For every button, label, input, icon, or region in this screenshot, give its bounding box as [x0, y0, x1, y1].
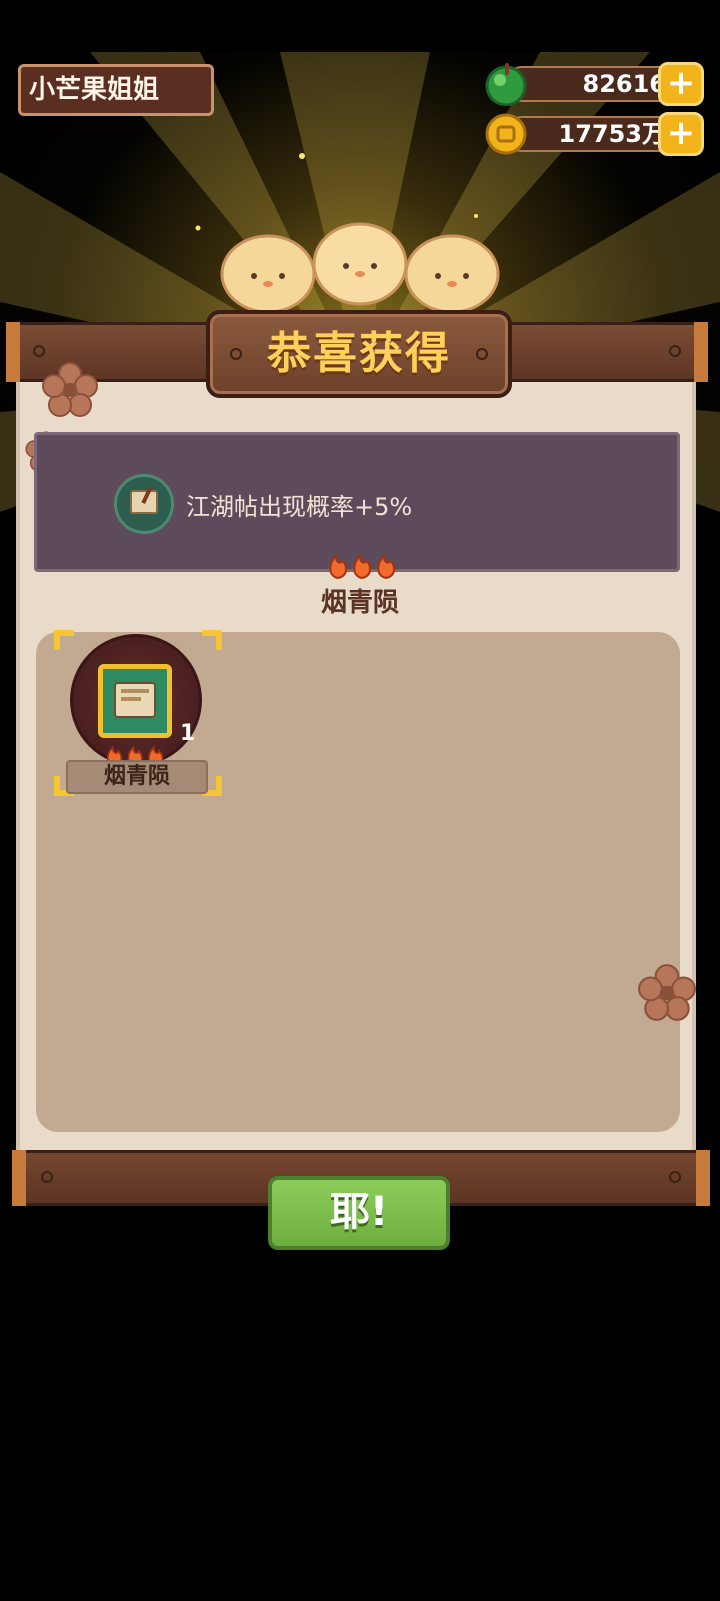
reward-item-name: 烟青陨 — [66, 760, 208, 794]
coin-currency-value: 17753万 — [504, 116, 682, 152]
confirm-button[interactable]: 耶! — [268, 1176, 450, 1250]
add-apple-button[interactable]: + — [658, 62, 704, 106]
gold-coin-icon — [485, 113, 527, 155]
level-flame-icons — [329, 553, 396, 580]
player-name: 小芒果姐姐 — [29, 75, 160, 105]
apple-currency: 82616 + — [484, 62, 704, 106]
reward-source-name: 烟青陨 — [320, 588, 399, 618]
scroll-map-icon — [114, 474, 174, 534]
buff-description: 江湖帖出现概率+5% — [186, 493, 413, 521]
reward-item-count: 1 — [180, 721, 196, 746]
apple-currency-value: 82616 — [504, 66, 682, 102]
scroll-card-icon — [98, 664, 172, 738]
reward-title: 恭喜获得 — [267, 328, 451, 379]
reward-title-plaque: 恭喜获得 — [206, 310, 512, 398]
chick-mascots — [220, 222, 500, 314]
player-name-plate[interactable]: 小芒果姐姐 — [18, 64, 214, 116]
green-apple-icon — [485, 63, 527, 106]
flower-decoration — [42, 362, 98, 417]
coin-currency: 17753万 + — [484, 112, 704, 156]
add-coin-button[interactable]: + — [658, 112, 704, 156]
flower-decoration-right — [638, 964, 696, 1021]
